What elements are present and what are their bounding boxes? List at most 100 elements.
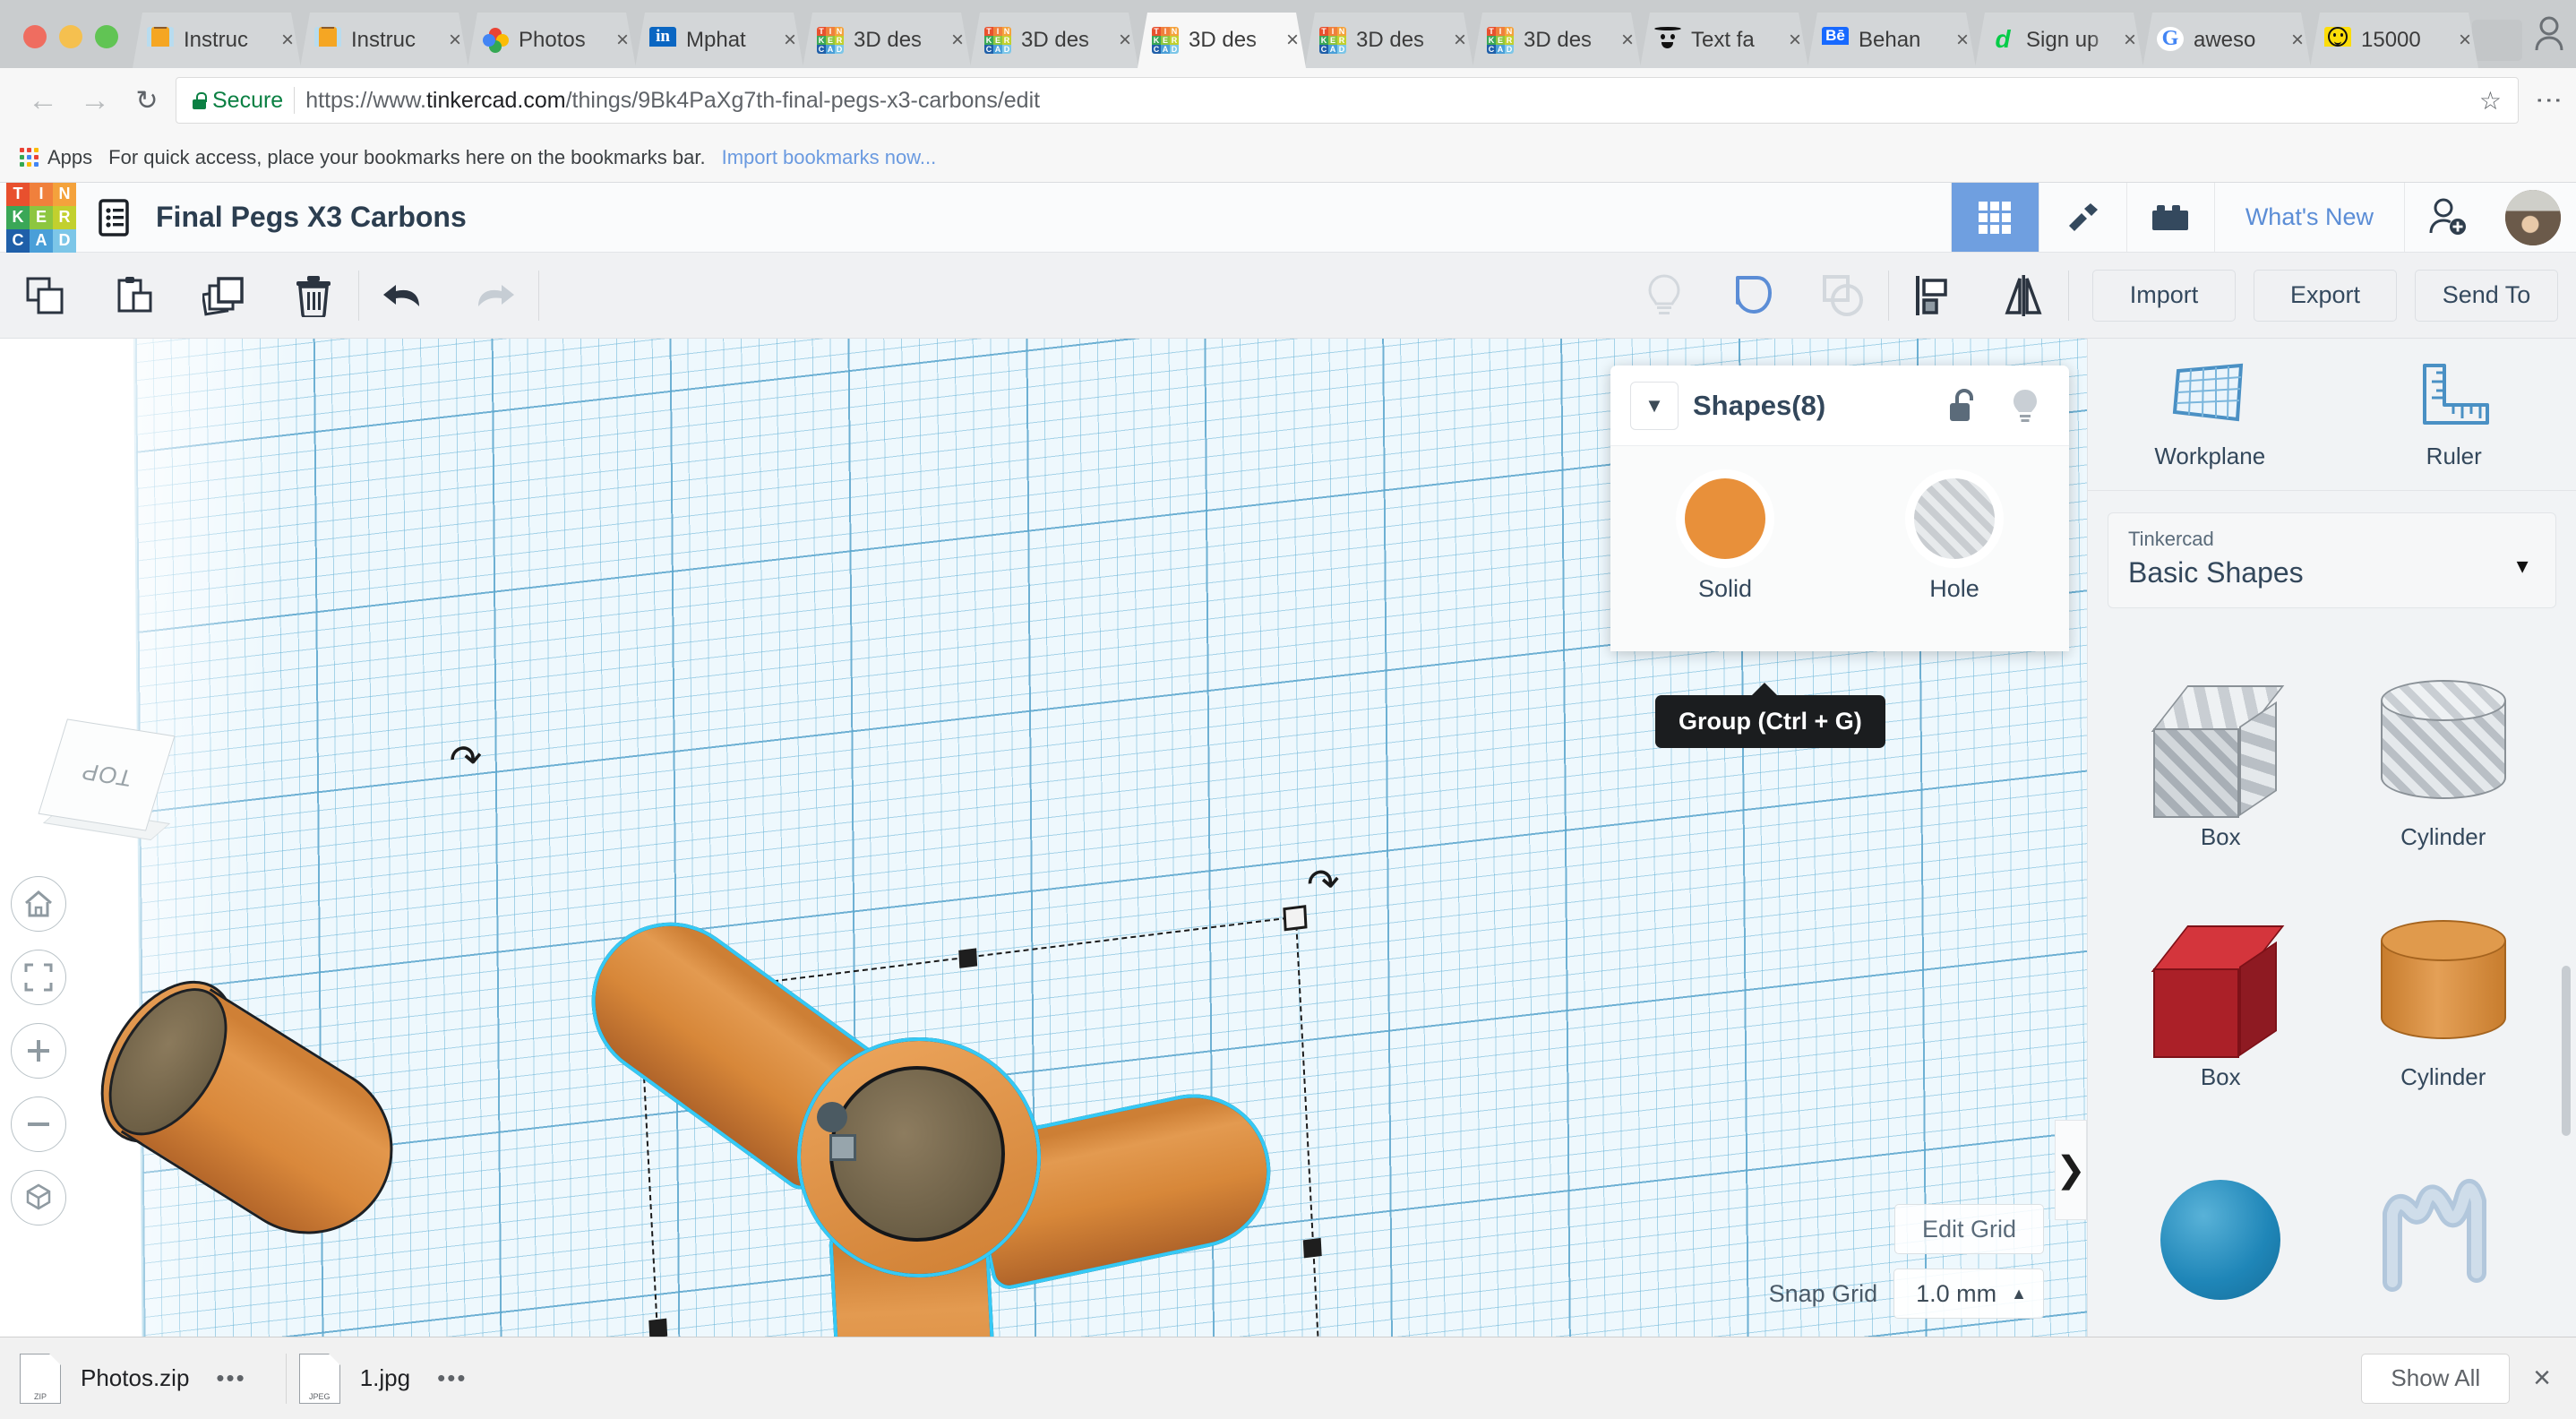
3d-viewport[interactable]: TOP bbox=[0, 339, 2087, 1337]
shape-library-select[interactable]: Tinkercad Basic Shapes ▼ bbox=[2108, 512, 2556, 608]
design-menu-button[interactable] bbox=[82, 183, 145, 252]
tinkercad-logo[interactable]: TINKERCAD bbox=[0, 183, 82, 252]
apps-shortcut[interactable]: Apps bbox=[20, 146, 92, 169]
profile-button[interactable] bbox=[2522, 0, 2576, 68]
mirror-button[interactable] bbox=[1979, 253, 2068, 339]
zoom-out-button[interactable] bbox=[11, 1096, 66, 1152]
browser-tab[interactable]: dSign up× bbox=[1975, 13, 2143, 68]
shapes-inspector-popup[interactable]: ▼ Shapes(8) SolidHole bbox=[1610, 366, 2069, 651]
resize-handle-edge[interactable] bbox=[958, 948, 977, 968]
add-user-button[interactable] bbox=[2404, 183, 2490, 252]
close-tab-button[interactable]: × bbox=[2451, 28, 2471, 53]
browser-tab[interactable]: TINKERCAD3D des× bbox=[1305, 13, 1473, 68]
close-tab-button[interactable]: × bbox=[1112, 28, 1131, 53]
browser-tab[interactable]: TINKERCAD3D des× bbox=[803, 13, 971, 68]
close-tab-button[interactable]: × bbox=[1614, 28, 1634, 53]
shape-library-item[interactable]: Cylinder bbox=[2332, 884, 2555, 1124]
workplane-tool[interactable]: Workplane bbox=[2088, 362, 2332, 470]
user-avatar[interactable] bbox=[2490, 183, 2576, 252]
download-menu-button[interactable]: ••• bbox=[189, 1364, 272, 1392]
shape-library-item[interactable] bbox=[2109, 1124, 2332, 1337]
align-button[interactable] bbox=[1889, 253, 1979, 339]
bookmark-star-icon[interactable]: ☆ bbox=[2469, 86, 2502, 116]
panel-collapse-toggle[interactable]: ❯ bbox=[2055, 1120, 2087, 1220]
send-to-button[interactable]: Send To bbox=[2415, 270, 2558, 322]
shape-library-item[interactable] bbox=[2332, 1124, 2555, 1337]
zoom-in-button[interactable] bbox=[11, 1023, 66, 1079]
download-menu-button[interactable]: ••• bbox=[410, 1364, 494, 1392]
undo-button[interactable] bbox=[359, 253, 449, 339]
redo-button[interactable] bbox=[449, 253, 538, 339]
close-tab-button[interactable]: × bbox=[1782, 28, 1801, 53]
browser-tab[interactable]: inMphat× bbox=[635, 13, 803, 68]
close-tab-button[interactable]: × bbox=[274, 28, 294, 53]
maximize-window-button[interactable] bbox=[95, 25, 118, 48]
sidebar-scrollbar[interactable] bbox=[2562, 966, 2571, 1136]
import-bookmarks-link[interactable]: Import bookmarks now... bbox=[722, 146, 937, 169]
height-handle-dot[interactable] bbox=[817, 1102, 847, 1132]
download-item[interactable]: JPEG1.jpg••• bbox=[299, 1347, 494, 1410]
show-all-downloads-button[interactable]: Show All bbox=[2361, 1354, 2510, 1404]
browser-tab[interactable]: Instruc× bbox=[133, 13, 301, 68]
shapes-collapse-button[interactable]: ▼ bbox=[1630, 382, 1679, 430]
tab-blocks[interactable] bbox=[2126, 183, 2214, 252]
address-bar[interactable]: Secure https://www.tinkercad.com/things/… bbox=[176, 77, 2519, 124]
whats-new-link[interactable]: What's New bbox=[2214, 183, 2404, 252]
close-tab-button[interactable]: × bbox=[777, 28, 796, 53]
close-tab-button[interactable]: × bbox=[609, 28, 629, 53]
forward-button[interactable]: → bbox=[72, 77, 118, 124]
resize-handle-corner[interactable] bbox=[1283, 905, 1307, 931]
close-tab-button[interactable]: × bbox=[944, 28, 964, 53]
shape-library-item[interactable]: Box bbox=[2109, 644, 2332, 884]
shape-library-item[interactable]: Cylinder bbox=[2332, 644, 2555, 884]
lock-toggle-button[interactable] bbox=[1938, 388, 1987, 424]
shape-type-solid[interactable]: Solid bbox=[1610, 478, 1840, 603]
browser-tab[interactable]: 15000× bbox=[2310, 13, 2478, 68]
browser-tab[interactable]: Instruc× bbox=[300, 13, 468, 68]
shape-type-hole[interactable]: Hole bbox=[1840, 478, 2069, 603]
browser-tab[interactable]: BēBehan× bbox=[1807, 13, 1976, 68]
shape-library-item[interactable]: Box bbox=[2109, 884, 2332, 1124]
height-handle-square[interactable] bbox=[829, 1134, 856, 1161]
close-tab-button[interactable]: × bbox=[1949, 28, 1969, 53]
close-tab-button[interactable]: × bbox=[2284, 28, 2304, 53]
download-item[interactable]: ZIPPhotos.zip••• bbox=[20, 1347, 273, 1410]
rotate-handle-top[interactable]: ↷ bbox=[1306, 862, 1341, 906]
resize-handle-edge[interactable] bbox=[648, 1319, 667, 1337]
close-tab-button[interactable]: × bbox=[442, 28, 461, 53]
ruler-tool[interactable]: Ruler bbox=[2332, 362, 2576, 470]
copy-button[interactable] bbox=[0, 253, 90, 339]
browser-tab[interactable]: Gaweso× bbox=[2142, 13, 2311, 68]
resize-handle-edge[interactable] bbox=[1303, 1238, 1322, 1258]
close-tab-button[interactable]: × bbox=[1447, 28, 1466, 53]
export-button[interactable]: Export bbox=[2254, 270, 2397, 322]
orthographic-view-button[interactable] bbox=[11, 1170, 66, 1226]
delete-button[interactable] bbox=[269, 253, 358, 339]
ungroup-button[interactable] bbox=[1799, 253, 1888, 339]
shape-visibility-button[interactable] bbox=[2001, 387, 2049, 425]
snap-grid-select[interactable]: 1.0 mm ▲ bbox=[1893, 1268, 2044, 1319]
browser-tab[interactable]: TINKERCAD3D des× bbox=[1473, 13, 1641, 68]
import-button[interactable]: Import bbox=[2092, 270, 2236, 322]
tab-3d-designs[interactable] bbox=[1951, 183, 2039, 252]
tab-codeblocks[interactable] bbox=[2039, 183, 2126, 252]
fit-to-view-button[interactable] bbox=[11, 950, 66, 1005]
browser-tab[interactable]: Photos× bbox=[468, 13, 636, 68]
rotate-handle-left[interactable]: ↷ bbox=[449, 738, 484, 782]
paste-button[interactable] bbox=[90, 253, 179, 339]
browser-tab[interactable]: Text fa× bbox=[1640, 13, 1808, 68]
browser-tab[interactable]: TINKERCAD3D des× bbox=[970, 13, 1138, 68]
edit-grid-button[interactable]: Edit Grid bbox=[1894, 1204, 2044, 1254]
new-tab-button[interactable] bbox=[2472, 20, 2522, 61]
close-window-button[interactable] bbox=[23, 25, 47, 48]
design-title[interactable]: Final Pegs X3 Carbons bbox=[145, 183, 1951, 252]
close-downloads-bar-button[interactable]: × bbox=[2533, 1361, 2556, 1396]
home-view-button[interactable] bbox=[11, 876, 66, 932]
minimize-window-button[interactable] bbox=[59, 25, 82, 48]
close-tab-button[interactable]: × bbox=[1279, 28, 1299, 53]
duplicate-button[interactable] bbox=[179, 253, 269, 339]
chrome-menu-button[interactable]: ⋮ bbox=[2524, 87, 2556, 114]
reload-button[interactable]: ↻ bbox=[124, 77, 170, 124]
back-button[interactable]: ← bbox=[20, 77, 66, 124]
close-tab-button[interactable]: × bbox=[2117, 28, 2136, 53]
